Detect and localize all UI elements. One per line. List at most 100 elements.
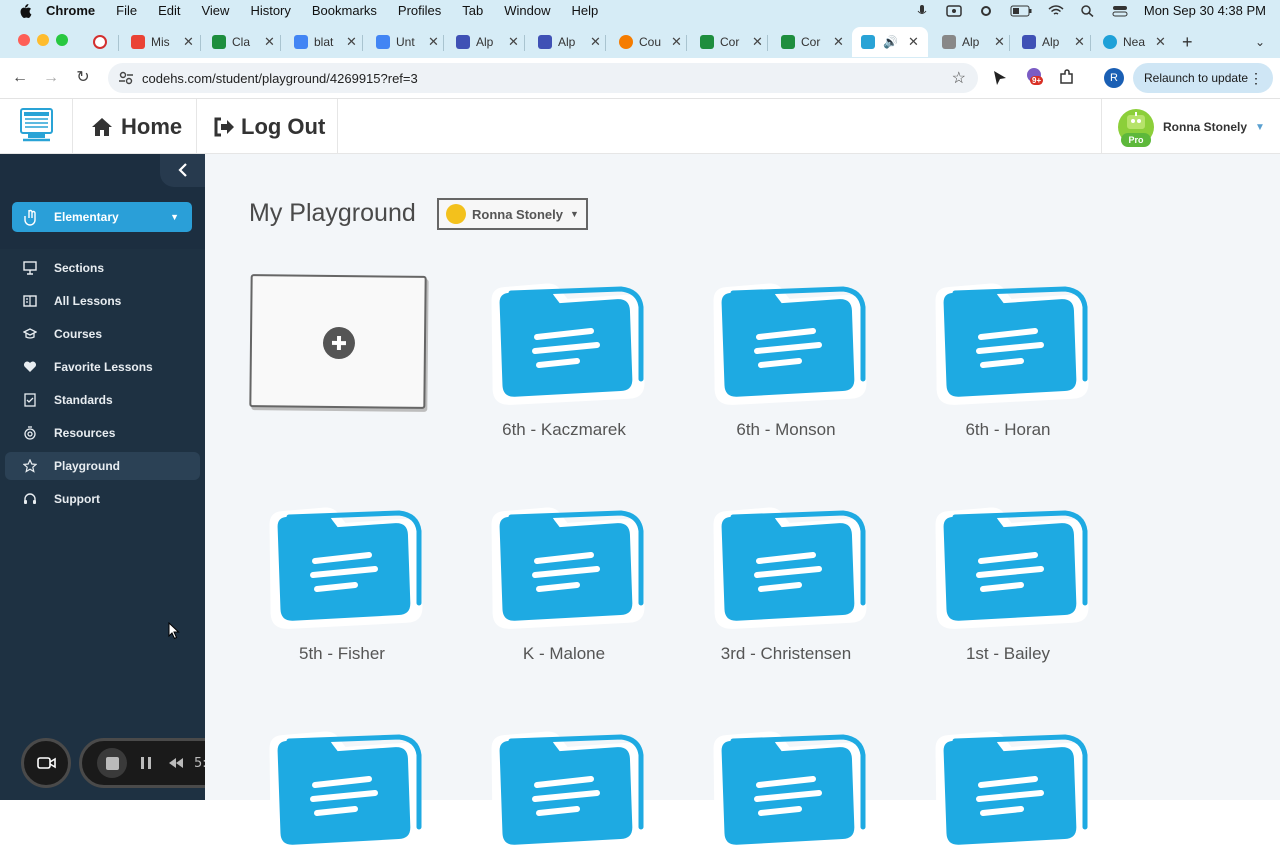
close-tab-icon[interactable]: ✕ [752,34,763,50]
reload-icon[interactable]: ↻ [73,68,93,88]
sidebar-item-playground[interactable]: Playground [5,452,200,480]
menu-datetime[interactable]: Mon Sep 30 4:38 PM [1144,3,1266,18]
logout-link[interactable]: Log Out [213,99,325,154]
bookmark-star-icon[interactable]: ☆ [952,68,966,88]
menu-profiles[interactable]: Profiles [398,3,441,18]
folder-card[interactable] [257,501,427,631]
forward-arrow-icon[interactable]: → [41,68,61,88]
folder-card[interactable] [479,725,649,855]
user-select-dropdown[interactable]: Ronna Stonely ▼ [437,198,588,230]
screen-record-icon[interactable] [946,4,962,17]
menu-history[interactable]: History [250,3,290,18]
folder-card[interactable] [479,501,649,631]
cursor-extension-icon[interactable] [993,70,1007,86]
folder-card[interactable] [701,725,871,855]
menu-file[interactable]: File [116,3,137,18]
close-tab-icon[interactable]: ✕ [264,34,275,50]
browser-tab[interactable]: Alp ✕ [1022,27,1085,57]
close-window-button[interactable] [18,34,30,46]
menu-app-name[interactable]: Chrome [46,3,95,18]
gear-status-icon[interactable] [978,5,994,17]
close-tab-icon[interactable]: ✕ [508,34,519,50]
browser-tab[interactable]: Alp ✕ [456,27,519,57]
browser-tab[interactable] [93,27,113,57]
browser-tab[interactable]: blat ✕ [294,27,357,57]
collapse-sidebar-button[interactable] [160,154,205,187]
user-menu-caret-icon[interactable]: ▼ [1255,122,1265,133]
apple-icon[interactable] [18,3,32,18]
browser-tab[interactable]: Unt ✕ [376,27,439,57]
browser-tab[interactable]: Alp ✕ [942,27,1005,57]
folder-card[interactable] [701,277,871,407]
close-tab-icon[interactable]: ✕ [833,34,844,50]
menu-tab[interactable]: Tab [462,3,483,18]
wifi-icon[interactable] [1048,4,1064,17]
camera-toggle-button[interactable] [21,738,71,788]
new-tab-button[interactable]: + [1182,27,1193,57]
user-menu[interactable]: Pro Ronna Stonely ▼ [1118,109,1265,147]
close-tab-icon[interactable]: ✕ [671,34,682,50]
browser-tab[interactable]: Cla ✕ [212,27,275,57]
site-settings-icon[interactable] [118,70,134,86]
sidebar-item-all-lessons[interactable]: All Lessons [5,287,200,315]
address-bar[interactable]: codehs.com/student/playground/4269915?re… [108,63,978,93]
close-tab-icon[interactable]: ✕ [590,34,601,50]
close-tab-icon[interactable]: ✕ [346,34,357,50]
folder-label[interactable]: 1st - Bailey [908,644,1108,664]
folder-label[interactable]: K - Malone [464,644,664,664]
pause-icon[interactable] [140,756,152,770]
battery-icon[interactable] [1010,5,1032,17]
minimize-window-button[interactable] [37,34,49,46]
browser-tab[interactable]: Cor ✕ [700,27,763,57]
browser-tab[interactable]: Cou ✕ [619,27,682,57]
sidebar-item-standards[interactable]: Standards [5,386,200,414]
folder-label[interactable]: 6th - Horan [908,420,1108,440]
more-options-icon[interactable]: ⋮ [1249,70,1263,87]
url-text[interactable]: codehs.com/student/playground/4269915?re… [142,71,418,86]
close-tab-icon[interactable]: ✕ [428,34,439,50]
close-tab-icon[interactable]: ✕ [908,34,919,50]
folder-card[interactable] [923,501,1093,631]
extensions-puzzle-icon[interactable] [1058,69,1075,86]
control-center-icon[interactable] [1112,5,1128,17]
tab-search-chevron-icon[interactable]: ⌄ [1255,27,1265,57]
sidebar-item-resources[interactable]: Resources [5,419,200,447]
close-tab-icon[interactable]: ✕ [1074,34,1085,50]
rewind-icon[interactable] [168,757,184,769]
relaunch-button[interactable]: Relaunch to update ⋮ [1133,63,1273,93]
browser-tab[interactable]: Alp ✕ [538,27,601,57]
sidebar-item-sections[interactable]: Sections [5,254,200,282]
back-arrow-icon[interactable]: ← [10,68,30,88]
profile-avatar[interactable]: R [1104,68,1124,88]
folder-label[interactable]: 6th - Monson [686,420,886,440]
browser-tab-active[interactable]: 🔊 ✕ [852,27,928,57]
browser-tab[interactable]: Cor ✕ [781,27,844,57]
close-tab-icon[interactable]: ✕ [994,34,1005,50]
audio-playing-icon[interactable]: 🔊 [883,35,898,49]
grade-level-dropdown[interactable]: Elementary ▼ [12,202,192,232]
folder-card[interactable] [257,725,427,855]
menu-help[interactable]: Help [572,3,599,18]
close-tab-icon[interactable]: ✕ [183,34,194,50]
close-tab-icon[interactable]: ✕ [1155,34,1166,50]
menu-window[interactable]: Window [504,3,550,18]
folder-card[interactable] [923,277,1093,407]
microphone-icon[interactable] [914,4,930,17]
folder-label[interactable]: 6th - Kaczmarek [464,420,664,440]
new-program-card[interactable] [249,274,427,409]
menu-edit[interactable]: Edit [158,3,180,18]
browser-tab[interactable]: Mis ✕ [131,27,194,57]
stop-recording-button[interactable] [97,748,127,778]
menu-view[interactable]: View [201,3,229,18]
folder-label[interactable]: 3rd - Christensen [686,644,886,664]
browser-tab[interactable]: Nea ✕ [1103,27,1166,57]
codehs-logo-icon[interactable] [20,108,53,144]
folder-card[interactable] [923,725,1093,855]
menu-bookmarks[interactable]: Bookmarks [312,3,377,18]
folder-card[interactable] [701,501,871,631]
spotlight-search-icon[interactable] [1080,4,1096,17]
maximize-window-button[interactable] [56,34,68,46]
folder-label[interactable]: 5th - Fisher [242,644,442,664]
folder-card[interactable] [479,277,649,407]
sidebar-item-courses[interactable]: Courses [5,320,200,348]
